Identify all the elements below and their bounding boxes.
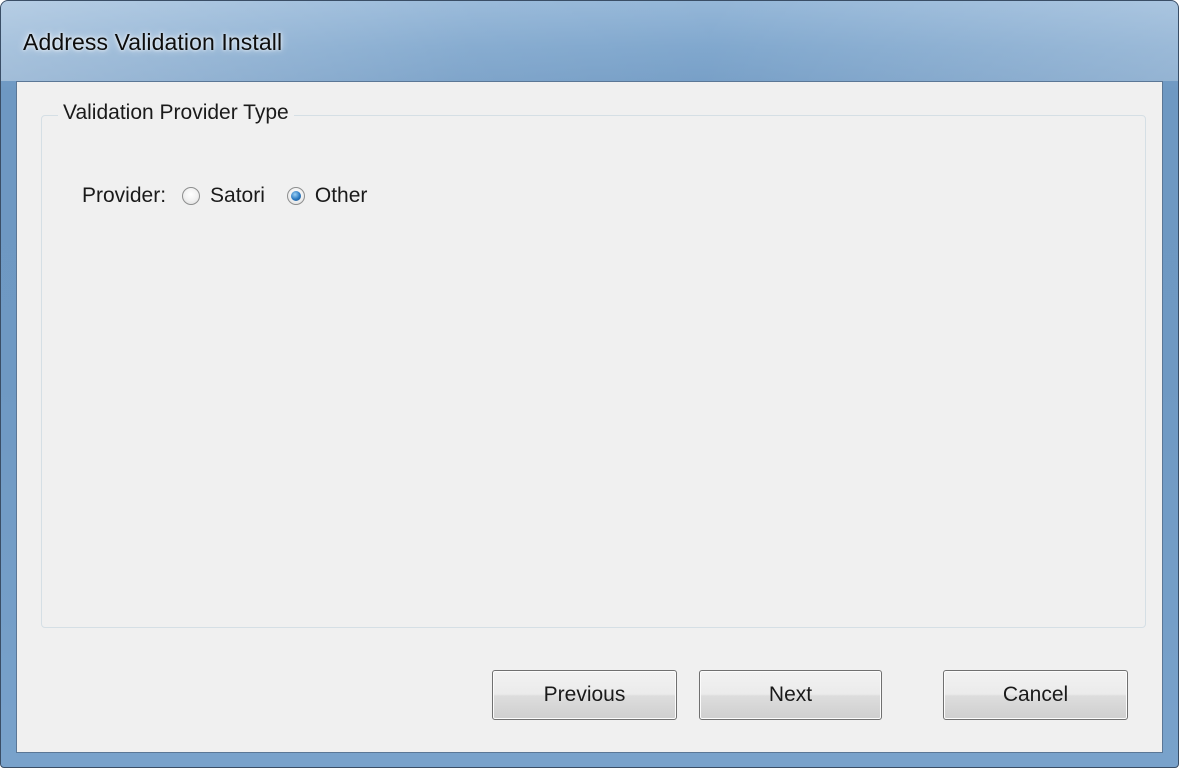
installer-window: Address Validation Install Validation Pr… xyxy=(0,0,1179,768)
provider-label: Provider: xyxy=(82,184,167,207)
provider-row: Provider: Satori Other xyxy=(82,184,389,208)
validation-provider-groupbox: Validation Provider Type Provider: Sator… xyxy=(41,101,1146,628)
next-button[interactable]: Next xyxy=(699,670,882,720)
window-title: Address Validation Install xyxy=(23,29,283,55)
radio-other-label[interactable]: Other xyxy=(315,184,368,208)
cancel-button[interactable]: Cancel xyxy=(943,670,1128,720)
previous-button[interactable]: Previous xyxy=(492,670,677,720)
dialog-client-area: Validation Provider Type Provider: Sator… xyxy=(16,81,1163,753)
radio-satori[interactable]: Satori xyxy=(182,184,265,208)
groupbox-title: Validation Provider Type xyxy=(58,101,294,125)
radio-other-circle-icon[interactable] xyxy=(286,187,305,205)
radio-satori-label[interactable]: Satori xyxy=(210,184,265,208)
title-bar[interactable]: Address Validation Install xyxy=(1,1,1178,81)
radio-satori-circle-icon[interactable] xyxy=(182,187,201,205)
radio-other[interactable]: Other xyxy=(286,184,368,208)
